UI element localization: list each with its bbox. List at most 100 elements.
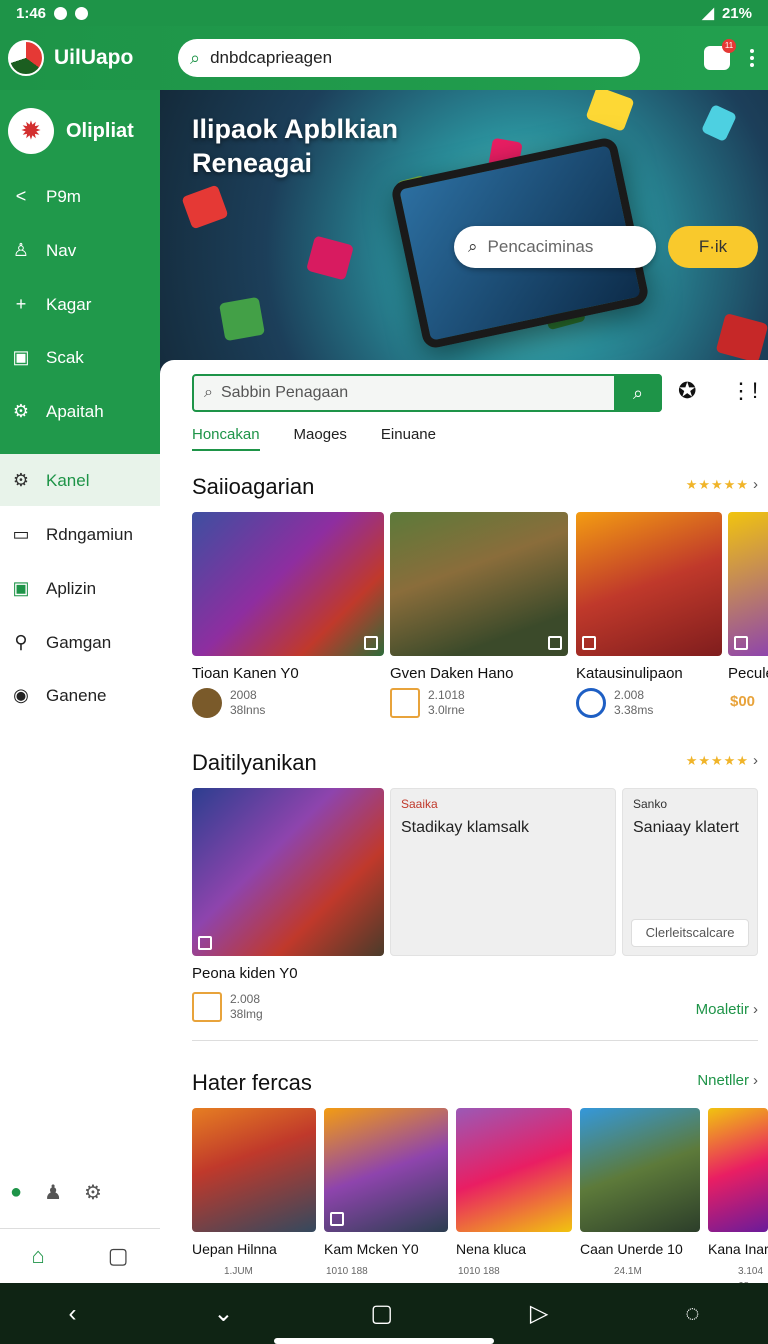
game-thumbnail[interactable] (192, 1108, 316, 1232)
hero-button[interactable]: F·ik (668, 226, 758, 268)
sidebar-item-p9m[interactable]: < P9m (10, 186, 81, 207)
game-thumbnail[interactable] (390, 512, 568, 656)
sidebar-item-nav[interactable]: ♙ Nav (10, 240, 76, 261)
chevron-down-icon[interactable]: ⌄ (213, 1299, 233, 1328)
profile[interactable]: ✹ Olipliat (8, 108, 134, 154)
home-icon[interactable]: ⌂ (31, 1243, 44, 1269)
tab-maoges[interactable]: Maoges (294, 426, 347, 451)
main-search-input[interactable]: ⌕ Sabbin Penagaan (192, 374, 662, 412)
game-thumbnail[interactable] (580, 1108, 700, 1232)
notification-icon[interactable]: 11 (704, 39, 736, 70)
section-rating-link[interactable]: ★★★★★ › (686, 752, 758, 769)
more-menu-icon[interactable] (750, 49, 754, 67)
account-icon[interactable]: ♟ (44, 1180, 62, 1205)
game-title[interactable]: Caan Unerde 10 (580, 1241, 683, 1257)
badge-icon (548, 636, 562, 650)
section-rating-link[interactable]: ★★★★★ › (686, 476, 758, 493)
top-search-value: dnbdcaprieagen (210, 48, 333, 67)
app-logo[interactable] (8, 40, 44, 76)
play-icon[interactable]: ▷ (530, 1299, 548, 1328)
location-icon: ◉ (13, 685, 29, 705)
game-thumbnail[interactable] (192, 788, 384, 956)
game-thumbnail[interactable] (708, 1108, 768, 1232)
mail-icon (390, 688, 420, 718)
recents-icon[interactable]: ▢ (370, 1299, 393, 1328)
sidebar-item-ganene[interactable]: ◉ Ganene (10, 685, 106, 706)
plus-icon: + (15, 294, 27, 314)
settings-gear-icon[interactable]: ⚙ (84, 1180, 102, 1205)
sidebar-item-apaitah[interactable]: ⚙ Apaitah (10, 401, 104, 422)
search-icon: ⌕ (204, 384, 213, 401)
game-title[interactable]: Kam Mcken Y0 (324, 1241, 419, 1257)
avatar: ✹ (8, 108, 54, 154)
game-title[interactable]: Peona kiden Y0 (192, 965, 298, 982)
system-nav-bar: ‹ ⌄ ▢ ▷ ◌ (0, 1283, 768, 1344)
user-icon: ♙ (12, 240, 30, 260)
game-title[interactable]: Pecule (728, 665, 768, 682)
tab-einuane[interactable]: Einuane (381, 426, 436, 451)
floating-card (715, 312, 768, 364)
signal-icon: ◢ (702, 5, 714, 22)
search-icon: ⌕ (190, 47, 201, 68)
puzzle-icon[interactable]: ✪ (678, 378, 696, 404)
back-icon[interactable]: ‹ (68, 1300, 76, 1328)
game-meta: 2008 38lnns (230, 688, 265, 718)
sidebar-item-scak[interactable]: ▣ Scak (10, 347, 83, 368)
game-title[interactable]: Katausinulipaon (576, 665, 683, 682)
hero-search-placeholder: Pencaciminas (487, 237, 594, 256)
panel-button[interactable]: Clerleitscalcare (631, 919, 749, 947)
price-text: $00 (730, 693, 756, 710)
status-dot-icon (75, 6, 89, 20)
badge-icon (330, 1212, 344, 1226)
chevron-right-icon: › (753, 752, 758, 769)
assistant-icon[interactable]: ◌ (685, 1300, 699, 1328)
stars-icon: ★★★★★ (685, 476, 749, 492)
status-time: 1:46 (16, 4, 47, 22)
sidebar-item-kagar[interactable]: + Kagar (10, 294, 92, 315)
search-icon: ⌕ (632, 382, 644, 403)
image-icon: ▣ (12, 578, 30, 598)
game-thumbnail[interactable] (456, 1108, 572, 1232)
game-thumbnail[interactable] (576, 512, 722, 656)
search-button[interactable]: ⌕ (614, 374, 662, 412)
game-meta-line: 3.0lrne (428, 703, 465, 717)
game-meta-line: 38lnns (230, 703, 266, 717)
promo-panel[interactable]: Sanko Saniaay klatert Clerleitscalcare (622, 788, 758, 956)
game-title[interactable]: Tioan Kanen Y0 (192, 665, 299, 682)
game-title[interactable]: Gven Daken Hano (390, 665, 513, 682)
sidebar-item-gamgan[interactable]: ⚲ Gamgan (10, 632, 111, 653)
game-meta-line: 2008 (230, 688, 257, 702)
tab-bar: Honcakan Maoges Einuane (192, 426, 436, 451)
section-more-link-label: Moaletir (695, 1001, 749, 1018)
sidebar-item-label: P9m (46, 186, 81, 206)
sidebar-item-aplizin[interactable]: ▣ Aplizin (10, 578, 96, 599)
divider (192, 1040, 758, 1041)
share-icon: < (15, 186, 27, 206)
game-thumbnail[interactable] (324, 1108, 448, 1232)
game-thumbnail[interactable] (192, 512, 384, 656)
filter-icon[interactable]: ⋮! (730, 378, 758, 404)
hero-search-input[interactable]: ⌕ Pencaciminas (454, 226, 656, 268)
promo-panel[interactable]: Saaika Stadikay klamsalk (390, 788, 616, 956)
home-indicator[interactable] (274, 1338, 494, 1344)
settings-icon: ⚙ (12, 470, 30, 490)
notification-badge: 11 (722, 39, 736, 53)
game-title[interactable]: Kana Inar (708, 1241, 768, 1257)
floating-card (306, 235, 354, 281)
lock-icon[interactable]: ● (10, 1181, 22, 1204)
badge-icon (364, 636, 378, 650)
badge-icon (734, 636, 748, 650)
section-more-link[interactable]: Nnetller › (697, 1072, 758, 1089)
tab-honcakan[interactable]: Honcakan (192, 426, 260, 451)
library-icon[interactable]: ▢ (108, 1243, 129, 1269)
game-meta: 1.JUM (224, 1266, 253, 1277)
game-title[interactable]: Uepan Hilnna (192, 1241, 277, 1257)
sidebar-item-kanel[interactable]: ⚙ Kanel (10, 470, 90, 491)
top-search-input[interactable]: ⌕ dnbdcaprieagen (178, 39, 640, 77)
section-more-link[interactable]: Moaletir › (696, 1001, 758, 1018)
game-thumbnail[interactable] (728, 512, 768, 656)
panel-tag: Sanko (633, 797, 668, 811)
game-meta: 1010 188 (458, 1266, 500, 1277)
sidebar-item-rdngamiun[interactable]: ▭ Rdngamiun (10, 524, 132, 545)
game-title[interactable]: Nena kluca (456, 1241, 526, 1257)
